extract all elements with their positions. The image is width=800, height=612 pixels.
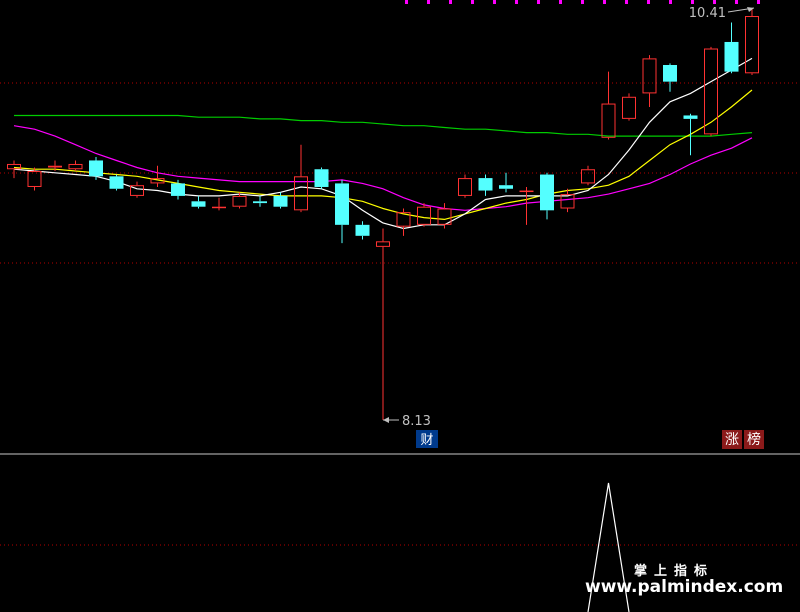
candle-body-up bbox=[745, 16, 759, 74]
candle bbox=[642, 55, 657, 107]
candle bbox=[540, 172, 554, 220]
low-arrow-head bbox=[383, 417, 389, 423]
zt-badge-char: 涨 bbox=[725, 432, 739, 448]
candle bbox=[273, 192, 288, 209]
candle-body-down bbox=[191, 201, 206, 207]
candle-body-up bbox=[560, 194, 575, 209]
candle bbox=[683, 113, 698, 156]
top-tick bbox=[449, 0, 452, 4]
candle-body-up bbox=[27, 171, 42, 187]
candle-body-down bbox=[499, 185, 513, 189]
watermark-url: www.palmindex.com bbox=[585, 577, 784, 597]
candle-body-down bbox=[478, 178, 493, 191]
candle bbox=[499, 172, 513, 193]
candle bbox=[581, 165, 595, 186]
candle bbox=[437, 203, 452, 229]
candle-body-down bbox=[171, 183, 185, 196]
candle bbox=[376, 228, 390, 420]
candle bbox=[253, 195, 267, 207]
candlestick-chart: 10.41 8.13 财 涨榜 bbox=[0, 0, 800, 612]
top-tick bbox=[559, 0, 562, 4]
candle bbox=[745, 8, 759, 75]
candle-body-up bbox=[704, 48, 718, 135]
candle bbox=[519, 186, 534, 225]
candle bbox=[458, 174, 472, 198]
top-tick bbox=[537, 0, 540, 4]
candle-body-down bbox=[253, 201, 267, 204]
top-tick bbox=[471, 0, 474, 4]
candle bbox=[355, 221, 370, 240]
candle-body-down bbox=[109, 176, 124, 189]
top-tick bbox=[625, 0, 628, 4]
candle bbox=[314, 167, 329, 189]
top-tick bbox=[493, 0, 496, 4]
candle bbox=[212, 197, 226, 211]
top-tick bbox=[603, 0, 606, 4]
candle bbox=[601, 71, 616, 140]
ma-line-2 bbox=[13, 89, 753, 221]
candle bbox=[417, 203, 431, 227]
top-tick bbox=[669, 0, 672, 4]
candle-body-up bbox=[212, 206, 226, 209]
candle-body-down bbox=[314, 169, 329, 187]
top-tick bbox=[713, 0, 716, 4]
top-tick bbox=[647, 0, 650, 4]
candle-body-down bbox=[335, 183, 349, 225]
candle-body-up bbox=[458, 178, 472, 196]
candle-body-down bbox=[683, 115, 698, 119]
candle bbox=[191, 195, 206, 209]
ma-line-1 bbox=[13, 125, 753, 211]
low-marker-text: 财 bbox=[420, 433, 433, 448]
high-price-label: 10.41 bbox=[689, 6, 726, 21]
candle bbox=[335, 179, 349, 244]
candle bbox=[724, 22, 739, 74]
candle-body-up bbox=[601, 103, 616, 138]
candle-body-up bbox=[68, 163, 83, 170]
candle-body-up bbox=[519, 190, 534, 193]
top-tick bbox=[405, 0, 408, 4]
top-tick bbox=[757, 0, 760, 4]
candle bbox=[150, 165, 165, 187]
candle bbox=[109, 174, 124, 191]
candle-body-up bbox=[581, 169, 595, 184]
zt-badge-char: 榜 bbox=[747, 431, 761, 448]
candle-body-up bbox=[642, 58, 657, 94]
candle-body-down bbox=[724, 41, 739, 72]
candle-body-down bbox=[540, 174, 554, 211]
candle-body-up bbox=[376, 241, 390, 247]
top-tick bbox=[691, 0, 694, 4]
top-tick bbox=[427, 0, 430, 4]
candle bbox=[396, 208, 411, 236]
ma-line-3 bbox=[13, 57, 753, 230]
candle bbox=[68, 160, 83, 172]
candle-body-down bbox=[663, 64, 677, 82]
candle-body-up bbox=[232, 195, 247, 207]
candle bbox=[663, 63, 677, 92]
candle-body-down bbox=[89, 160, 103, 177]
top-tick bbox=[735, 0, 738, 4]
candle-body-down bbox=[273, 195, 288, 207]
candle-body-up bbox=[417, 206, 431, 225]
candle bbox=[622, 93, 636, 121]
candle bbox=[478, 174, 493, 196]
candle bbox=[294, 144, 308, 213]
top-tick bbox=[515, 0, 518, 4]
candle-body-up bbox=[48, 165, 62, 168]
low-price-label: 8.13 bbox=[402, 414, 431, 429]
top-tick bbox=[581, 0, 584, 4]
candle-body-down bbox=[355, 224, 370, 236]
candle-body-up bbox=[622, 96, 636, 119]
